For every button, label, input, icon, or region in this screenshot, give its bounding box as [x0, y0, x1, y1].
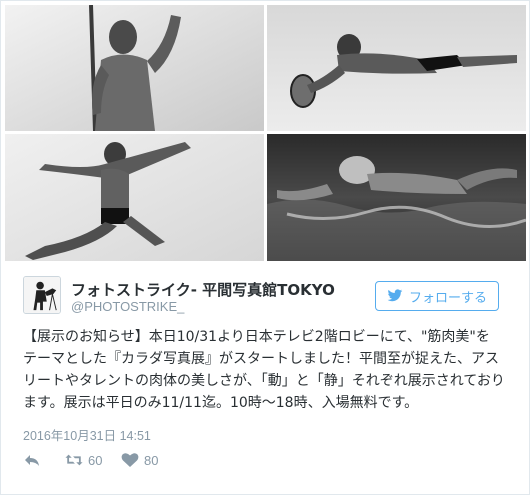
- display-name[interactable]: フォトストライク- 平間写真館TOKYO: [71, 279, 335, 300]
- avatar[interactable]: [23, 276, 61, 314]
- heart-icon: [121, 453, 139, 467]
- tweet-timestamp[interactable]: 2016年10月31日 14:51: [23, 425, 151, 444]
- rugby-dive-photo[interactable]: [267, 5, 526, 131]
- photo-grid: [5, 5, 526, 261]
- tweet-card: フォトストライク- 平間写真館TOKYO @PHOTOSTRIKE_ フォローす…: [0, 0, 530, 495]
- twitter-bird-icon: [387, 289, 403, 302]
- swimmer-butterfly-photo[interactable]: [267, 134, 526, 261]
- javelin-athlete-photo[interactable]: [5, 5, 264, 131]
- sprinter-leap-photo[interactable]: [5, 134, 264, 261]
- tweet-text: 【展示のお知らせ】本日10/31より日本テレビ2階ロビーにて、"筋肉美"を テー…: [23, 326, 513, 414]
- retweet-icon: [65, 454, 83, 466]
- like-count: 80: [144, 452, 159, 468]
- tweet-text-line: テーマとした『カラダ写真展』がスタートしました！平間至が捉えた、アス: [23, 351, 499, 367]
- reply-button[interactable]: [23, 452, 41, 468]
- tweet-text-line: 【展示のお知らせ】本日10/31より日本テレビ2階ロビーにて、"筋肉美"を: [23, 329, 490, 345]
- retweet-button[interactable]: 60: [65, 452, 102, 468]
- account-handle[interactable]: @PHOTOSTRIKE_: [71, 299, 184, 314]
- retweet-count: 60: [88, 452, 103, 468]
- follow-button[interactable]: フォローする: [375, 281, 499, 311]
- follow-button-label: フォローする: [408, 290, 487, 306]
- tweet-text-line: リートやタレントの肉体の美しさが、「動」と「静」それぞれ展示されており: [23, 373, 505, 389]
- like-button[interactable]: 80: [121, 452, 158, 468]
- tweet-text-line: ます。展示は平日のみ11/11迄。10時〜18時、入場無料です。: [23, 395, 419, 411]
- reply-icon: [25, 455, 39, 466]
